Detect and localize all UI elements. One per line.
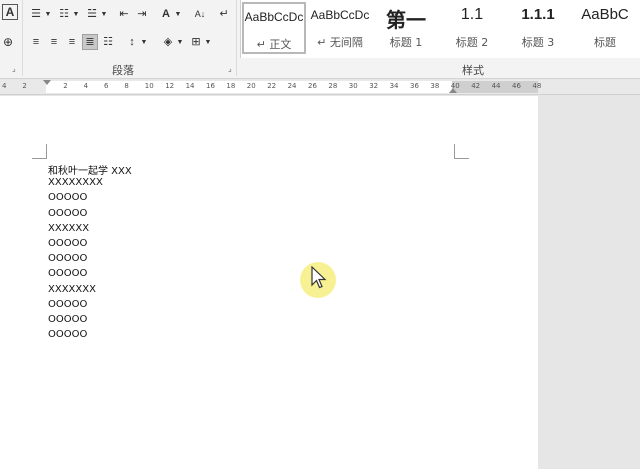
- paragraph-dialog-launcher-icon[interactable]: ⌟: [228, 64, 232, 73]
- text-line[interactable]: OOOOO: [48, 208, 87, 219]
- ruler-tick-label: 30: [348, 82, 358, 90]
- ribbon: A ⊕ ☰ ▼ ☷ ▼ ☱ ▼ ⇤ ⇥ A ▼ A↓ ↵ ≡ ≡ ≡ ≣ ☷ ↕…: [0, 0, 640, 79]
- ruler-tick-label: 6: [104, 82, 109, 90]
- distributed-icon[interactable]: ☷: [100, 34, 116, 50]
- text-line[interactable]: OOOOO: [48, 314, 87, 325]
- ruler-tick-label: 24: [287, 82, 297, 90]
- paragraph-mark-icon[interactable]: ↵: [216, 6, 232, 22]
- style-heading-2[interactable]: 1.1 标题 2: [440, 2, 504, 54]
- font-box-icon[interactable]: A: [2, 4, 18, 20]
- chevron-down-icon[interactable]: ▼: [174, 6, 182, 22]
- right-pane: [538, 96, 640, 469]
- style-preview: AaBbCcDc: [244, 10, 304, 24]
- ruler-tick-label: 46: [512, 82, 521, 90]
- mouse-pointer-icon: [311, 266, 327, 289]
- style-name: ↵ 正文: [256, 38, 292, 51]
- paragraph-group-label: 段落: [112, 64, 134, 77]
- text-line[interactable]: 和秋叶一起学 XXX: [48, 162, 132, 177]
- ruler-tick-label: 36: [410, 82, 419, 90]
- chevron-down-icon[interactable]: ▼: [44, 6, 52, 22]
- ruler-tick-label: 32: [369, 82, 379, 90]
- ruler-tick-label: 38: [430, 82, 440, 90]
- numbering-icon[interactable]: ☷: [56, 6, 72, 22]
- ruler-tick-label: 2: [63, 82, 68, 90]
- ruler-tick-label: 4: [83, 82, 89, 90]
- style-preview: AaBbC: [581, 6, 629, 23]
- text-line[interactable]: XXXXXX: [48, 223, 89, 234]
- chevron-down-icon[interactable]: ▼: [140, 34, 148, 50]
- text-line[interactable]: OOOOO: [48, 238, 87, 249]
- increase-indent-icon[interactable]: ⇥: [134, 6, 150, 22]
- style-name: 标题 3: [521, 36, 555, 49]
- style-no-spacing[interactable]: AaBbCcDc ↵ 无间隔: [308, 2, 372, 54]
- style-title[interactable]: AaBbC 标题: [572, 2, 638, 54]
- decrease-indent-icon[interactable]: ⇤: [116, 6, 132, 22]
- chevron-down-icon[interactable]: ▼: [72, 6, 80, 22]
- ruler-tick-label: 4: [2, 82, 7, 90]
- ruler-tick-label: 48: [532, 82, 542, 90]
- align-right-icon[interactable]: ≡: [64, 34, 80, 50]
- ruler-tick-label: 8: [124, 82, 129, 90]
- ruler-tick-label: 44: [491, 82, 501, 90]
- style-name: 标题 1: [389, 36, 423, 49]
- text-line[interactable]: OOOOO: [48, 253, 87, 264]
- ruler-tick-label: 12: [165, 82, 175, 90]
- text-line[interactable]: OOOOO: [48, 329, 87, 340]
- shading-icon[interactable]: ◈: [160, 34, 176, 50]
- style-name: 标题: [594, 36, 616, 49]
- ruler-tick-label: 16: [206, 82, 215, 90]
- bullets-icon[interactable]: ☰: [28, 6, 44, 22]
- ruler-tick-label: 28: [328, 82, 338, 90]
- ruler-tick-label: 10: [144, 82, 154, 90]
- style-name: ↵ 无间隔: [317, 36, 363, 49]
- ruler-tick-label: 20: [246, 82, 256, 90]
- styles-group-label: 样式: [462, 64, 484, 77]
- group-separator: [236, 0, 237, 76]
- multilevel-list-icon[interactable]: ☱: [84, 6, 100, 22]
- text-line[interactable]: OOOOO: [48, 268, 87, 279]
- horizontal-ruler[interactable]: 4 2 2 4 6 8 10 12 14 16 18 20 22 24 26 28 30 32 34 36 38 40 42…: [0, 80, 640, 95]
- align-center-icon[interactable]: ≡: [46, 34, 62, 50]
- style-preview: 1.1: [460, 6, 484, 23]
- sort-icon[interactable]: A↓: [192, 6, 208, 22]
- ruler-tick-label: 26: [308, 82, 317, 90]
- chinese-layout-icon[interactable]: A: [158, 6, 174, 22]
- text-line[interactable]: OOOOO: [48, 299, 87, 310]
- align-left-icon[interactable]: ≡: [28, 34, 44, 50]
- chevron-down-icon[interactable]: ▼: [204, 34, 212, 50]
- document-page[interactable]: 和秋叶一起学 XXX XXXXXXXX OOOOO OOOOO XXXXXX OOOOO O…: [0, 96, 538, 469]
- ruler-tick-label: 34: [389, 82, 399, 90]
- chevron-down-icon[interactable]: ▼: [100, 6, 108, 22]
- style-preview: 1.1.1: [521, 6, 555, 23]
- style-heading-3[interactable]: 1.1.1 标题 3: [506, 2, 570, 54]
- add-icon[interactable]: ⊕: [0, 34, 16, 50]
- ruler-tick-label: 18: [226, 82, 236, 90]
- font-dialog-launcher-icon[interactable]: ⌟: [12, 64, 16, 73]
- chevron-down-icon[interactable]: ▼: [176, 34, 184, 50]
- style-normal[interactable]: AaBbCcDc ↵ 正文: [242, 2, 306, 54]
- ruler-tick-label: 2: [22, 82, 27, 90]
- text-line[interactable]: OOOOO: [48, 192, 87, 203]
- borders-icon[interactable]: ⊞: [188, 34, 204, 50]
- line-spacing-icon[interactable]: ↕: [124, 34, 140, 50]
- style-preview: AaBbCcDc: [310, 8, 370, 22]
- justify-icon[interactable]: ≣: [82, 34, 98, 50]
- right-indent-marker[interactable]: [449, 88, 457, 93]
- text-line[interactable]: XXXXXXX: [48, 284, 96, 295]
- group-separator: [22, 0, 23, 76]
- ruler-tick-label: 42: [471, 82, 481, 90]
- style-preview: 第一: [386, 10, 426, 32]
- text-line[interactable]: XXXXXXXX: [48, 177, 103, 188]
- left-indent-marker[interactable]: [43, 80, 51, 85]
- margin-corner-top-left: [32, 144, 47, 159]
- ruler-tick-label: 14: [185, 82, 195, 90]
- ruler-tick-label: 22: [267, 82, 277, 90]
- style-name: 标题 2: [455, 36, 489, 49]
- style-heading-1[interactable]: 第一 标题 1: [374, 2, 438, 54]
- margin-corner-top-right: [454, 144, 469, 159]
